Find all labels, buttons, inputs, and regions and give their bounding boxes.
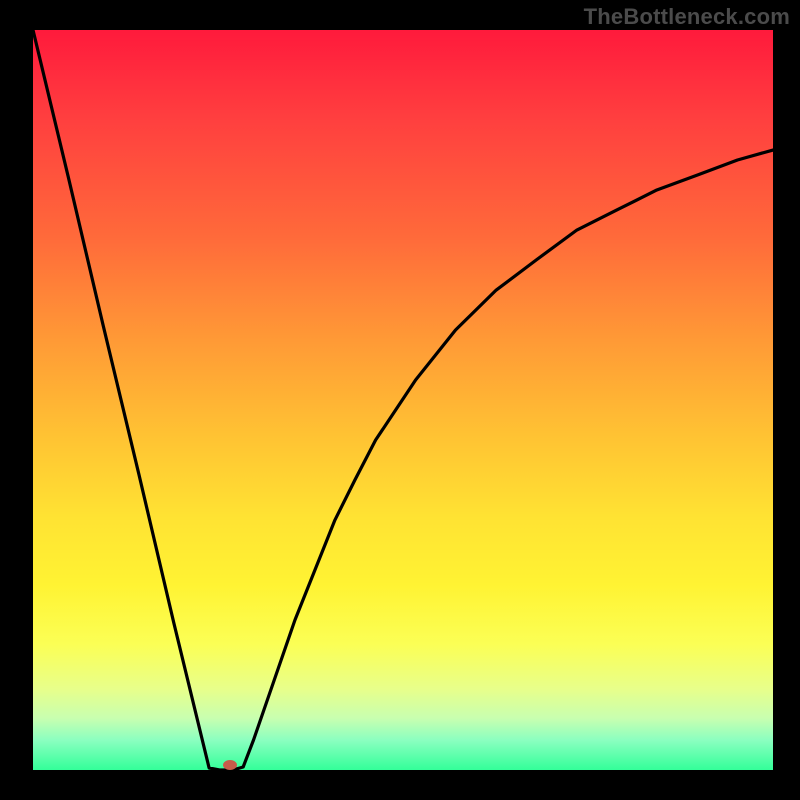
minimum-marker-icon	[223, 760, 237, 770]
plot-gradient-area	[33, 30, 773, 770]
watermark-text: TheBottleneck.com	[584, 4, 790, 30]
chart-frame: TheBottleneck.com	[0, 0, 800, 800]
